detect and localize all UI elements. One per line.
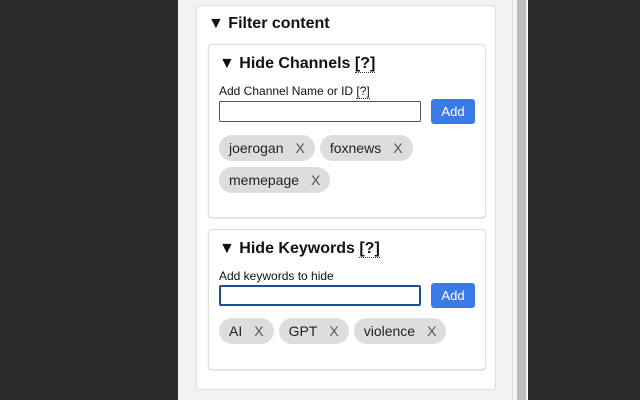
channel-input[interactable] bbox=[219, 101, 421, 122]
remove-icon[interactable]: X bbox=[296, 140, 305, 156]
keyword-list: AI X GPT X violence X bbox=[219, 318, 479, 344]
hide-channels-title: Hide Channels bbox=[239, 55, 351, 72]
help-link[interactable]: [?] bbox=[356, 84, 370, 99]
remove-icon[interactable]: X bbox=[427, 323, 436, 339]
triangle-down-icon: ▼ bbox=[219, 240, 235, 257]
add-keyword-button[interactable]: Add bbox=[431, 283, 475, 308]
triangle-down-icon: ▼ bbox=[208, 15, 224, 32]
remove-icon[interactable]: X bbox=[329, 323, 338, 339]
hide-channels-toggle[interactable]: ▼ Hide Channels [?] bbox=[219, 55, 376, 73]
keyword-input-label: Add keywords to hide bbox=[219, 269, 334, 283]
section-title: Filter content bbox=[228, 15, 330, 32]
hide-keywords-card: ▼ Hide Keywords [?] Add keywords to hide… bbox=[208, 229, 486, 370]
scrollbar-thumb[interactable] bbox=[517, 0, 526, 400]
keyword-chip: AI X bbox=[219, 318, 274, 344]
remove-icon[interactable]: X bbox=[393, 140, 402, 156]
keyword-chip: GPT X bbox=[278, 318, 349, 344]
help-link[interactable]: [?] bbox=[354, 55, 376, 73]
filter-content-toggle[interactable]: ▼ Filter content bbox=[208, 15, 330, 33]
channel-chip: foxnews X bbox=[319, 135, 413, 161]
channel-chip: memepage X bbox=[219, 167, 331, 193]
triangle-down-icon: ▼ bbox=[219, 55, 235, 72]
help-link[interactable]: [?] bbox=[359, 240, 380, 258]
channel-list: joerogan X foxnews X memepage X bbox=[219, 135, 479, 193]
filter-content-section: ▼ Filter content ▼ Hide Channels [?] Add… bbox=[196, 5, 496, 390]
add-channel-button[interactable]: Add bbox=[431, 99, 475, 124]
hide-keywords-title: Hide Keywords bbox=[239, 240, 355, 257]
remove-icon[interactable]: X bbox=[311, 172, 320, 188]
channel-input-label: Add Channel Name or ID [?] bbox=[219, 84, 370, 99]
keyword-input[interactable] bbox=[219, 285, 421, 306]
remove-icon[interactable]: X bbox=[254, 323, 263, 339]
hide-channels-card: ▼ Hide Channels [?] Add Channel Name or … bbox=[208, 44, 486, 218]
keyword-chip: violence X bbox=[353, 318, 447, 344]
hide-keywords-toggle[interactable]: ▼ Hide Keywords [?] bbox=[219, 240, 380, 258]
channel-chip: joerogan X bbox=[219, 135, 315, 161]
